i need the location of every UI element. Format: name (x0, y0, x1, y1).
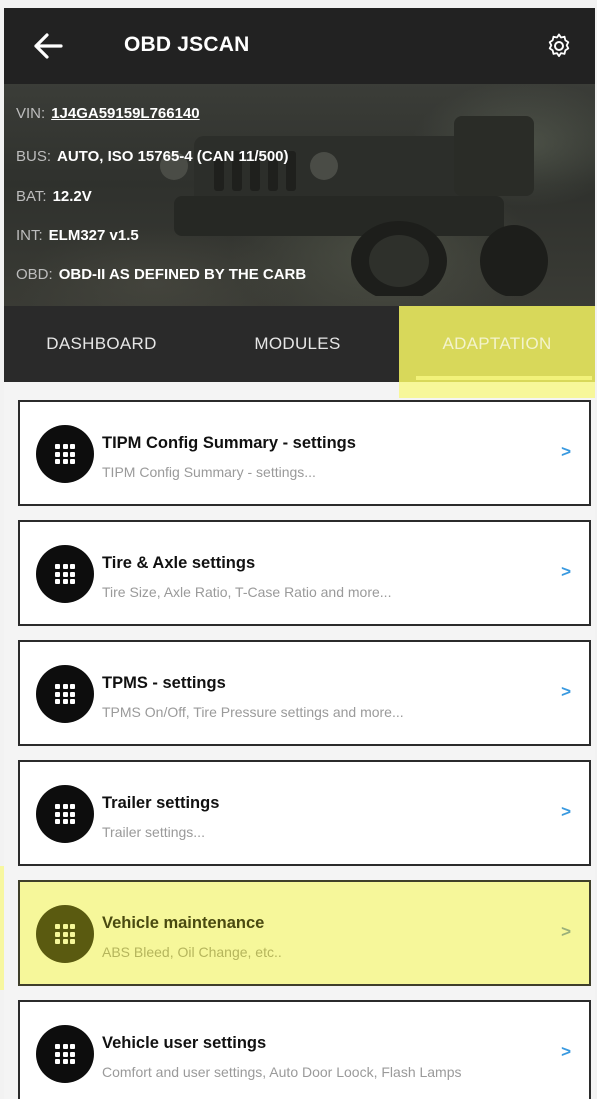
bus-value: AUTO, ISO 15765-4 (CAN 11/500) (57, 148, 289, 165)
chevron-right-icon: > (561, 802, 571, 821)
item-subtitle: ABS Bleed, Oil Change, etc.. (102, 944, 282, 960)
int-row: INT: ELM327 v1.5 (16, 227, 139, 244)
list-item-tpms[interactable]: TPMS - settings TPMS On/Off, Tire Pressu… (18, 640, 591, 746)
bat-label: BAT: (16, 188, 47, 205)
tab-adaptation[interactable]: ADAPTATION (399, 306, 595, 382)
grid-icon (55, 804, 75, 824)
selected-tab-indicator (416, 376, 592, 380)
obd-label: OBD: (16, 266, 53, 283)
tab-highlight (399, 382, 595, 398)
arrow-left-icon (34, 33, 63, 59)
back-button[interactable] (30, 28, 66, 64)
item-subtitle: Trailer settings... (102, 824, 205, 840)
app-title: OBD JSCAN (124, 33, 250, 56)
list-item-trailer[interactable]: Trailer settings Trailer settings... > (18, 760, 591, 866)
vehicle-info-panel: VIN: 1J4GA59159L766140 BUS: AUTO, ISO 1576… (4, 84, 595, 306)
bus-label: BUS: (16, 148, 52, 165)
obd-row: OBD: OBD-II AS DEFINED BY THE CARB (16, 266, 306, 283)
item-subtitle: TIPM Config Summary - settings... (102, 464, 316, 480)
vin-label: VIN: (16, 105, 46, 122)
int-label: INT: (16, 227, 43, 244)
grid-icon (55, 684, 75, 704)
module-icon-circle (36, 785, 94, 843)
chevron-right-icon: > (561, 1042, 571, 1061)
bat-value: 12.2V (52, 188, 92, 205)
grid-icon (55, 564, 75, 584)
int-value: ELM327 v1.5 (48, 227, 139, 244)
item-title: TPMS - settings (102, 674, 226, 692)
chevron-right-icon: > (561, 442, 571, 461)
bus-row: BUS: AUTO, ISO 15765-4 (CAN 11/500) (16, 148, 289, 165)
app-bar: OBD JSCAN (4, 8, 595, 84)
list-item-tipm-config[interactable]: TIPM Config Summary - settings TIPM Conf… (18, 400, 591, 506)
item-title: Tire & Axle settings (102, 554, 256, 572)
settings-button[interactable] (541, 28, 577, 64)
grid-icon (55, 924, 75, 944)
module-icon-circle (36, 545, 94, 603)
tab-dashboard[interactable]: DASHBOARD (4, 306, 199, 382)
tab-bar: DASHBOARD MODULES ADAPTATION (4, 306, 595, 382)
item-subtitle: Tire Size, Axle Ratio, T-Case Ratio and … (102, 584, 392, 600)
item-title: Trailer settings (102, 794, 220, 812)
bat-row: BAT: 12.2V (16, 188, 92, 205)
item-title: TIPM Config Summary - settings (102, 434, 356, 452)
item-subtitle: TPMS On/Off, Tire Pressure settings and … (102, 704, 404, 720)
grid-icon (55, 444, 75, 464)
grid-icon (55, 1044, 75, 1064)
list-item-tire-axle[interactable]: Tire & Axle settings Tire Size, Axle Rat… (18, 520, 591, 626)
item-title: Vehicle user settings (102, 1034, 267, 1052)
list-item-vehicle-maintenance[interactable]: Vehicle maintenance ABS Bleed, Oil Chang… (18, 880, 591, 986)
item-subtitle: Comfort and user settings, Auto Door Loo… (102, 1064, 462, 1080)
chevron-right-icon: > (561, 682, 571, 701)
list-item-vehicle-user-settings[interactable]: Vehicle user settings Comfort and user s… (18, 1000, 591, 1099)
obd-value: OBD-II AS DEFINED BY THE CARB (58, 266, 307, 283)
chevron-right-icon: > (561, 562, 571, 581)
module-icon-circle (36, 665, 94, 723)
module-icon-circle (36, 905, 94, 963)
item-title: Vehicle maintenance (102, 914, 265, 932)
module-icon-circle (36, 425, 94, 483)
tab-modules[interactable]: MODULES (199, 306, 396, 382)
module-icon-circle (36, 1025, 94, 1083)
gear-icon (548, 33, 570, 57)
app-screen: OBD JSCAN VIN: 1J4GA59159L766140 BUS: AU… (4, 8, 595, 1099)
vin-value[interactable]: 1J4GA59159L766140 (51, 105, 199, 122)
vin-row: VIN: 1J4GA59159L766140 (16, 105, 200, 122)
chevron-right-icon: > (561, 922, 571, 941)
